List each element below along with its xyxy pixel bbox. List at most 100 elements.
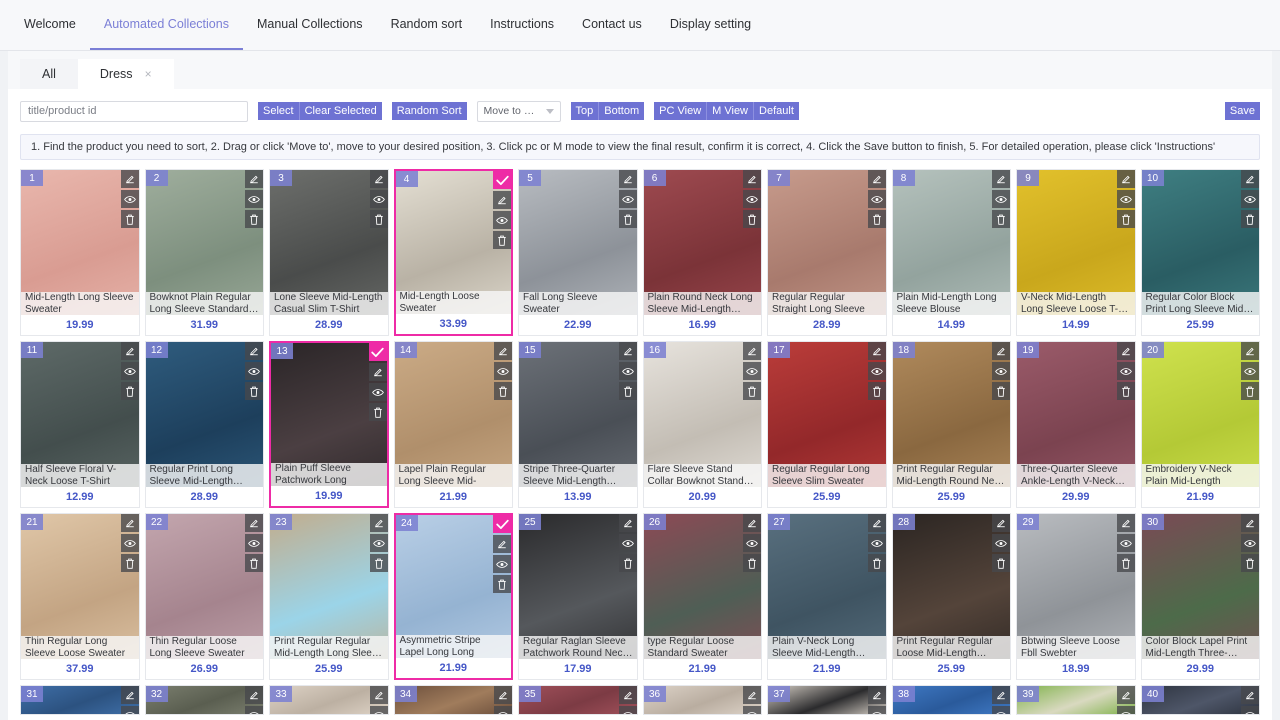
trash-icon[interactable]: [619, 210, 637, 228]
eye-icon[interactable]: [245, 190, 263, 208]
edit-icon[interactable]: [743, 514, 761, 532]
edit-icon[interactable]: [245, 170, 263, 188]
eye-icon[interactable]: [370, 706, 388, 715]
eye-icon[interactable]: [992, 706, 1010, 715]
eye-icon[interactable]: [1117, 534, 1135, 552]
eye-icon[interactable]: [743, 362, 761, 380]
eye-icon[interactable]: [868, 362, 886, 380]
eye-icon[interactable]: [743, 534, 761, 552]
trash-icon[interactable]: [992, 554, 1010, 572]
product-card[interactable]: 21Thin Regular Long Sleeve Loose Sweater…: [20, 513, 140, 680]
eye-icon[interactable]: [619, 534, 637, 552]
eye-icon[interactable]: [743, 706, 761, 715]
edit-icon[interactable]: [121, 514, 139, 532]
product-card[interactable]: 10Regular Color Block Print Long Sleeve …: [1141, 169, 1261, 336]
eye-icon[interactable]: [992, 534, 1010, 552]
product-card[interactable]: 24Asymmetric Stripe Lapel Long Long Slee…: [394, 513, 514, 680]
eye-icon[interactable]: [1241, 190, 1259, 208]
edit-icon[interactable]: [370, 686, 388, 704]
trash-icon[interactable]: [245, 210, 263, 228]
eye-icon[interactable]: [619, 362, 637, 380]
product-card[interactable]: 16Flare Sleeve Stand Collar Bowknot Stan…: [643, 341, 763, 508]
eye-icon[interactable]: [1241, 362, 1259, 380]
edit-icon[interactable]: [619, 170, 637, 188]
product-card[interactable]: 38: [892, 685, 1012, 715]
product-card[interactable]: 18Print Regular Regular Mid-Length Round…: [892, 341, 1012, 508]
product-card[interactable]: 4Mid-Length Loose Sweater33.99: [394, 169, 514, 336]
eye-icon[interactable]: [494, 362, 512, 380]
trash-icon[interactable]: [369, 403, 387, 421]
trash-icon[interactable]: [1117, 382, 1135, 400]
trash-icon[interactable]: [121, 382, 139, 400]
product-card[interactable]: 15Stripe Three-Quarter Sleeve Mid-Length…: [518, 341, 638, 508]
trash-icon[interactable]: [992, 382, 1010, 400]
product-card[interactable]: 7Regular Regular Straight Long Sleeve Sw…: [767, 169, 887, 336]
product-card[interactable]: 27Plain V-Neck Long Sleeve Mid-Length…21…: [767, 513, 887, 680]
trash-icon[interactable]: [245, 382, 263, 400]
eye-icon[interactable]: [1241, 706, 1259, 715]
product-card[interactable]: 23Print Regular Regular Mid-Length Long …: [269, 513, 389, 680]
edit-icon[interactable]: [1117, 170, 1135, 188]
edit-icon[interactable]: [1241, 170, 1259, 188]
edit-icon[interactable]: [121, 686, 139, 704]
product-card[interactable]: 35: [518, 685, 638, 715]
edit-icon[interactable]: [370, 514, 388, 532]
edit-icon[interactable]: [494, 686, 512, 704]
nav-item-automated-collections[interactable]: Automated Collections: [90, 0, 243, 50]
nav-item-contact-us[interactable]: Contact us: [568, 0, 656, 50]
product-card[interactable]: 14Lapel Plain Regular Long Sleeve Mid-Le…: [394, 341, 514, 508]
save-button[interactable]: Save: [1225, 102, 1260, 120]
product-card[interactable]: 20Embroidery V-Neck Plain Mid-Length Lon…: [1141, 341, 1261, 508]
product-card[interactable]: 22Thin Regular Loose Long Sleeve Sweater…: [145, 513, 265, 680]
eye-icon[interactable]: [619, 706, 637, 715]
edit-icon[interactable]: [369, 363, 387, 381]
eye-icon[interactable]: [868, 706, 886, 715]
default-view-button[interactable]: Default: [753, 102, 799, 120]
nav-item-manual-collections[interactable]: Manual Collections: [243, 0, 377, 50]
product-card[interactable]: 40: [1141, 685, 1261, 715]
nav-item-display-setting[interactable]: Display setting: [656, 0, 765, 50]
eye-icon[interactable]: [992, 190, 1010, 208]
eye-icon[interactable]: [121, 190, 139, 208]
edit-icon[interactable]: [245, 686, 263, 704]
trash-icon[interactable]: [868, 210, 886, 228]
nav-item-welcome[interactable]: Welcome: [10, 0, 90, 50]
pc-view-button[interactable]: PC View: [654, 102, 706, 120]
eye-icon[interactable]: [992, 362, 1010, 380]
trash-icon[interactable]: [1117, 210, 1135, 228]
eye-icon[interactable]: [1117, 706, 1135, 715]
eye-icon[interactable]: [1241, 534, 1259, 552]
product-card[interactable]: 12Regular Print Long Sleeve Mid-Length…2…: [145, 341, 265, 508]
product-card[interactable]: 5Fall Long Sleeve Sweater22.99: [518, 169, 638, 336]
edit-icon[interactable]: [992, 686, 1010, 704]
product-card[interactable]: 34: [394, 685, 514, 715]
edit-icon[interactable]: [868, 686, 886, 704]
edit-icon[interactable]: [1117, 342, 1135, 360]
edit-icon[interactable]: [619, 514, 637, 532]
edit-icon[interactable]: [1117, 514, 1135, 532]
eye-icon[interactable]: [743, 190, 761, 208]
edit-icon[interactable]: [245, 342, 263, 360]
eye-icon[interactable]: [121, 534, 139, 552]
eye-icon[interactable]: [1117, 362, 1135, 380]
eye-icon[interactable]: [121, 706, 139, 715]
move-to-select[interactable]: Move to …: [477, 101, 561, 122]
edit-icon[interactable]: [1241, 514, 1259, 532]
product-card[interactable]: 36: [643, 685, 763, 715]
check-icon[interactable]: [369, 343, 387, 361]
trash-icon[interactable]: [493, 575, 511, 593]
edit-icon[interactable]: [121, 170, 139, 188]
edit-icon[interactable]: [121, 342, 139, 360]
eye-icon[interactable]: [868, 534, 886, 552]
trash-icon[interactable]: [868, 554, 886, 572]
trash-icon[interactable]: [1117, 554, 1135, 572]
product-card[interactable]: 25Regular Raglan Sleeve Patchwork Round …: [518, 513, 638, 680]
trash-icon[interactable]: [1241, 210, 1259, 228]
product-card[interactable]: 28Print Regular Regular Loose Mid-Length…: [892, 513, 1012, 680]
eye-icon[interactable]: [245, 706, 263, 715]
product-card[interactable]: 19Three-Quarter Sleeve Ankle-Length V-Ne…: [1016, 341, 1136, 508]
edit-icon[interactable]: [493, 191, 511, 209]
eye-icon[interactable]: [1117, 190, 1135, 208]
trash-icon[interactable]: [494, 382, 512, 400]
select-button[interactable]: Select: [258, 102, 299, 120]
